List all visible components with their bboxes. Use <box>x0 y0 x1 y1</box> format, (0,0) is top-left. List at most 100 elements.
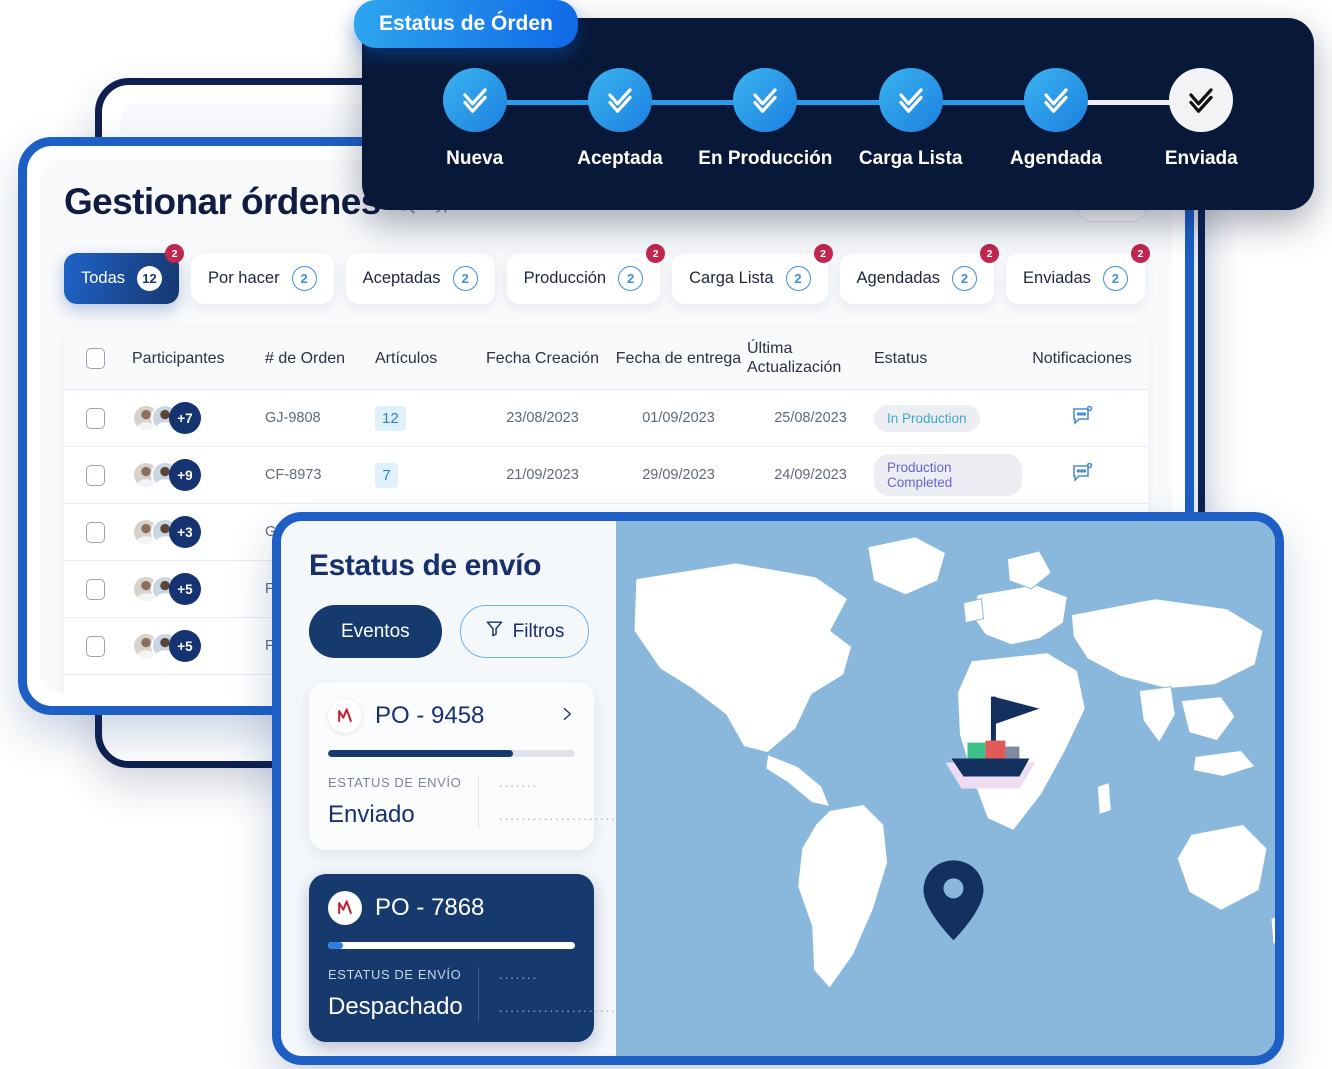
col-ultima-actualizacion: Última Actualización <box>747 340 874 377</box>
table-row[interactable]: +9 CF-8973 7 21/09/2023 29/09/2023 24/09… <box>64 447 1148 504</box>
step-check-icon <box>1169 68 1234 132</box>
step-aceptada[interactable]: Aceptada <box>547 68 692 170</box>
tab-por-hacer[interactable]: Por hacer 2 <box>191 253 334 304</box>
tab-badge: 2 <box>646 244 666 263</box>
page-title: Gestionar órdenes <box>64 181 381 222</box>
row-checkbox[interactable] <box>86 464 105 486</box>
shipment-status-value: Enviado <box>328 801 415 828</box>
tab-label: Agendadas <box>856 269 941 287</box>
tab-eventos[interactable]: Eventos <box>309 605 442 658</box>
delivery-date: 01/09/2023 <box>642 410 715 426</box>
updated-date: 25/08/2023 <box>774 410 847 426</box>
shipment-status-label: ESTATUS DE ENVÍO <box>328 967 462 982</box>
participants-cell: +5 <box>132 630 265 662</box>
row-select-cell[interactable] <box>86 578 132 600</box>
select-all-cell[interactable] <box>86 348 132 369</box>
filter-icon <box>485 619 504 644</box>
row-checkbox[interactable] <box>86 521 105 543</box>
row-checkbox[interactable] <box>86 578 105 600</box>
step-label: Aceptada <box>577 148 663 169</box>
col-ultima-line2: Actualización <box>747 358 842 376</box>
tab-todas[interactable]: Todas 12 2 <box>64 244 185 304</box>
table-row[interactable]: +7 GJ-9808 12 23/08/2023 01/09/2023 25/0… <box>64 390 1148 447</box>
step-en-produccion[interactable]: En Producción <box>693 68 838 170</box>
col-orden: # de Orden <box>265 349 346 367</box>
select-all-checkbox[interactable] <box>86 348 105 369</box>
col-fecha-creacion: Fecha Creación <box>486 349 599 367</box>
shipment-po-number: PO - 9458 <box>375 702 485 729</box>
order-number: GJ-9808 <box>265 410 321 426</box>
step-check-icon <box>733 68 798 132</box>
tab-carga-lista[interactable]: Carga Lista 2 2 <box>672 244 833 304</box>
row-select-cell[interactable] <box>86 635 132 657</box>
placeholder-dots-long: ........................ <box>499 808 634 823</box>
tab-filtros[interactable]: Filtros <box>459 605 590 658</box>
status-badge: Production Completed <box>874 454 1022 496</box>
step-label: En Producción <box>698 148 833 169</box>
world-map-graphic <box>633 536 1275 989</box>
shipment-status-label: ESTATUS DE ENVÍO <box>328 775 462 790</box>
row-select-cell[interactable] <box>86 407 132 429</box>
chat-notification-icon[interactable] <box>1070 404 1094 428</box>
notification-cell[interactable] <box>1022 404 1142 432</box>
step-enviada[interactable]: Enviada <box>1129 68 1274 170</box>
avatar-group: +7 <box>132 402 265 434</box>
avatar-overflow-count: +5 <box>169 573 201 605</box>
participants-cell: +5 <box>132 573 265 605</box>
step-check-icon <box>878 68 943 132</box>
tab-produccion[interactable]: Producción 2 2 <box>506 244 666 304</box>
tab-count: 2 <box>952 266 978 291</box>
tab-badge: 2 <box>980 244 1000 263</box>
tab-enviadas[interactable]: Enviadas 2 2 <box>1006 244 1150 304</box>
step-agendada[interactable]: Agendada <box>983 68 1128 170</box>
col-participantes: Participantes <box>132 349 225 367</box>
step-nueva[interactable]: Nueva <box>402 68 547 170</box>
tab-label: Todas <box>81 269 126 287</box>
orders-tabs: Todas 12 2 Por hacer 2 Aceptadas 2 Produ… <box>64 244 1150 304</box>
shipment-map[interactable] <box>616 521 1275 1056</box>
table-header-row: Participantes # de Orden Artículos Fecha… <box>64 328 1148 390</box>
col-notificaciones: Notificaciones <box>1032 349 1132 367</box>
delivery-date: 29/09/2023 <box>642 467 715 483</box>
step-label: Agendada <box>1010 148 1102 169</box>
shipment-status-block: ESTATUS DE ENVÍO Despachado <box>328 967 478 1021</box>
tab-filtros-label: Filtros <box>512 620 565 642</box>
created-date: 21/09/2023 <box>506 467 579 483</box>
created-date: 23/08/2023 <box>506 410 579 426</box>
avatar-overflow-count: +9 <box>169 459 201 491</box>
order-status-panel: Estatus de Órden Nueva Aceptada En Produ… <box>354 0 1314 210</box>
shipment-po-number: PO - 7868 <box>375 894 485 921</box>
tab-count: 2 <box>618 266 644 291</box>
items-count: 12 <box>375 405 406 431</box>
company-logo-icon <box>328 699 362 733</box>
tab-count: 2 <box>452 266 478 291</box>
notification-cell[interactable] <box>1022 461 1142 489</box>
shipment-card[interactable]: PO - 7868 ESTATUS DE ENVÍO Despachado ..… <box>309 874 632 1042</box>
shipment-card[interactable]: PO - 9458 ESTATUS DE ENVÍO Enviado .....… <box>309 682 632 850</box>
tab-count: 2 <box>1102 266 1128 291</box>
shipment-card-body: ESTATUS DE ENVÍO Despachado ....... ....… <box>328 967 632 1021</box>
tab-badge: 2 <box>813 244 833 263</box>
row-checkbox[interactable] <box>86 635 105 657</box>
shipment-status-block: ESTATUS DE ENVÍO Enviado <box>328 775 478 829</box>
screenshot-stage: Gestionar órdenes Todas 12 2 <box>0 0 1332 1069</box>
items-count: 7 <box>375 462 398 488</box>
tab-agendadas[interactable]: Agendadas 2 2 <box>839 244 1000 304</box>
row-select-cell[interactable] <box>86 521 132 543</box>
tab-aceptadas[interactable]: Aceptadas 2 <box>345 253 495 304</box>
shipment-card-header: PO - 7868 <box>328 891 575 925</box>
order-number: CF-8973 <box>265 467 322 483</box>
chevron-right-icon[interactable] <box>559 703 575 730</box>
shipment-progress-track <box>328 750 575 757</box>
col-fecha-entrega: Fecha de entrega <box>615 349 742 367</box>
chat-notification-icon[interactable] <box>1070 461 1094 485</box>
step-carga-lista[interactable]: Carga Lista <box>838 68 983 170</box>
shipping-tabs: Eventos Filtros <box>309 605 594 658</box>
row-checkbox[interactable] <box>86 407 105 429</box>
tab-badge: 2 <box>165 244 185 263</box>
shipment-progress-fill <box>328 750 514 757</box>
row-select-cell[interactable] <box>86 464 132 486</box>
shipping-panel: Estatus de envío Eventos Filtros PO - 94… <box>272 512 1284 1065</box>
tab-count: 2 <box>785 266 811 291</box>
step-label: Nueva <box>446 148 504 169</box>
